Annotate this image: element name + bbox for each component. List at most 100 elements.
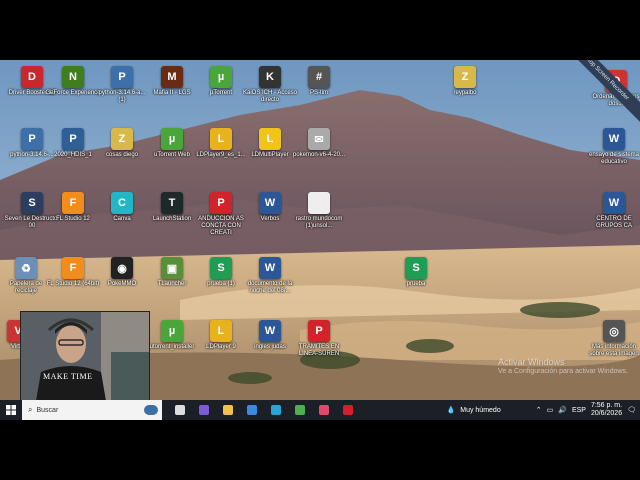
desktop-shortcut[interactable]: N GeForce Experience — [45, 66, 101, 97]
desktop-shortcut[interactable]: Sprueba (1) — [193, 257, 249, 288]
taskbar-app-button[interactable] — [168, 400, 192, 420]
ldplayer-icon: L — [210, 128, 232, 150]
desktop-shortcut[interactable]: Zreypalbo — [437, 66, 493, 97]
desktop-shortcut[interactable]: P 2020_HDIS_1 — [45, 128, 101, 159]
desktop-shortcut[interactable]: rastro mundocom (1)unsol... — [291, 192, 347, 230]
word-icon: W — [259, 192, 281, 214]
taskbar-app-button[interactable] — [336, 400, 360, 420]
mafia-icon: M — [161, 66, 183, 88]
language-icon[interactable]: ESP — [572, 407, 586, 414]
pdf-icon: P — [210, 192, 232, 214]
search-icon: ⌕ — [28, 405, 33, 414]
folder-icon: S — [21, 192, 43, 214]
flstudio-icon: F — [62, 192, 84, 214]
canva-icon: C — [111, 192, 133, 214]
desktop-shortcut[interactable]: C Canva — [94, 192, 150, 223]
desktop-shortcut[interactable]: P ANDUCCION AS CONCTA CON CREATI — [193, 192, 249, 237]
desktop-shortcut[interactable]: P TRAMITES EN LINEA-SUREN — [291, 320, 347, 358]
ldplayer-icon: L — [259, 128, 281, 150]
desktop-shortcut-label: prueba (1) — [207, 281, 235, 287]
desktop-shortcut-label: FL Studio 12 — [56, 216, 90, 222]
desktop-shortcut[interactable]: L LDPlayer 9 — [193, 320, 249, 351]
desktop-shortcut[interactable]: µ uTorrent Web — [144, 128, 200, 159]
chevron-up-icon[interactable]: ⌃ — [536, 406, 542, 414]
recycle-bin-icon: ♻ — [15, 257, 37, 279]
desktop-shortcut-label: pokemon-v6-4-20... — [292, 152, 346, 158]
desktop-shortcut-label: ANDUCCION AS CONCTA CON CREATI — [198, 216, 244, 236]
utorrent-icon: µ — [161, 320, 183, 342]
desktop-shortcut[interactable]: L LDPlayer9_es_1... — [193, 128, 249, 159]
shirt-text: MAKE TIME — [43, 372, 93, 381]
sheets-icon: S — [210, 257, 232, 279]
python-icon: P — [62, 128, 84, 150]
desktop-shortcut[interactable]: Wensayo de sistema educativo — [586, 128, 640, 166]
taskbar-app-button[interactable] — [288, 400, 312, 420]
start-button[interactable] — [0, 400, 22, 420]
python-installer-icon: P — [111, 66, 133, 88]
taskbar-pinned-apps — [168, 400, 360, 420]
desktop-shortcut[interactable]: µ µTorrent — [193, 66, 249, 97]
network-icon[interactable]: ▭ — [547, 406, 554, 414]
desktop-shortcut[interactable]: T LaunchStation — [144, 192, 200, 223]
desktop-shortcut[interactable]: F FL Studio 12 — [45, 192, 101, 223]
desktop-shortcut-label: prueba — [406, 281, 426, 287]
search-placeholder: Buscar — [36, 406, 59, 414]
taskbar-app-button[interactable] — [312, 400, 336, 420]
taskbar-search-box[interactable]: ⌕ Buscar — [22, 400, 162, 420]
desktop-shortcut[interactable]: K KaiOS ICH - Acceso directo — [242, 66, 298, 104]
webcam-person-image — [21, 312, 149, 401]
desktop-shortcut-label: rastro mundocom (1)unsol... — [295, 216, 343, 229]
word-icon: W — [603, 128, 625, 150]
desktop-shortcut[interactable]: M Mafia II - LGS — [144, 66, 200, 97]
volume-icon[interactable]: 🔊 — [558, 406, 567, 414]
desktop-shortcut[interactable]: W Verbos — [242, 192, 298, 223]
desktop-shortcut[interactable]: Zcosas diego — [94, 128, 150, 159]
edge-icon — [271, 405, 281, 415]
minecraft-icon: ▣ — [161, 257, 183, 279]
desktop-shortcut-label: KaiOS ICH - Acceso directo — [242, 90, 298, 103]
desktop-shortcut[interactable]: Sprueba — [388, 257, 444, 288]
desktop-shortcut-label: Más información sobre esta imagen — [589, 344, 639, 357]
desktop-shortcut-label: PS-tim — [310, 90, 328, 96]
desktop-shortcut[interactable]: ◉ PokeMMO — [94, 257, 150, 288]
taskbar-app-button[interactable] — [192, 400, 216, 420]
flstudio-icon: F — [62, 257, 84, 279]
notifications-icon[interactable]: 🗨 — [627, 406, 636, 414]
gauge-icon: D — [21, 66, 43, 88]
pdf-icon: P — [308, 320, 330, 342]
desktop-shortcut-label: PokeMMO — [107, 281, 137, 287]
taskbar-app-button[interactable] — [216, 400, 240, 420]
desktop-shortcut[interactable]: ▣ TLauncher — [144, 257, 200, 288]
desktop-shortcut[interactable]: ✉ pokemon-v6-4-20... — [291, 128, 347, 159]
launcher-icon: T — [161, 192, 183, 214]
watermark-title: Activar Windows — [498, 357, 565, 367]
desktop-shortcut-label: utorrent_installer — [149, 344, 195, 350]
desktop-shortcut-label: Mafia II - LGS — [153, 90, 191, 96]
pokeball-icon: ◉ — [111, 257, 133, 279]
file-explorer-icon — [223, 405, 233, 415]
desktop-shortcut[interactable]: F FL Studio 12 (64bit) — [45, 257, 101, 288]
desktop-shortcut[interactable]: Wingles judas — [242, 320, 298, 351]
desktop-shortcut[interactable]: L LDMultiPlayer — [242, 128, 298, 159]
desktop-shortcut-label: cosas diego — [105, 152, 139, 158]
weather-icon[interactable]: 💧 — [447, 406, 456, 414]
desktop-shortcut[interactable]: # PS-tim — [291, 66, 347, 97]
taskbar-app-button[interactable] — [264, 400, 288, 420]
utorrent-icon: µ — [210, 66, 232, 88]
desktop-shortcut-label: TLauncher — [157, 281, 187, 287]
copilot-icon — [199, 405, 209, 415]
desktop-shortcut-label: Canva — [113, 216, 131, 222]
weather-label[interactable]: Muy húmedo — [460, 407, 500, 414]
desktop-shortcut-label: ensayo de sistema educativo — [588, 152, 640, 165]
desktop-shortcut-label: Verbos — [260, 216, 280, 222]
kaios-icon: K — [259, 66, 281, 88]
desktop-shortcut-label: FL Studio 12 (64bit) — [46, 281, 100, 287]
desktop-shortcut[interactable]: Ppython-3.14.6-a... (1) — [94, 66, 150, 104]
desktop-shortcut[interactable]: ◎ Más información sobre esta imagen — [586, 320, 640, 358]
desktop-shortcut[interactable]: W CENTRO DE GRUPOS CA — [586, 192, 640, 230]
desktop-shortcut[interactable]: µ utorrent_installer — [144, 320, 200, 351]
desktop-shortcut[interactable]: Wdocumento de la noche del 08/... — [242, 257, 298, 295]
clock[interactable]: 7:56 p. m. 20/6/2026 — [591, 402, 622, 418]
desktop-shortcut-label: python-3.14.6-a... (1) — [98, 90, 146, 103]
taskbar-app-button[interactable] — [240, 400, 264, 420]
